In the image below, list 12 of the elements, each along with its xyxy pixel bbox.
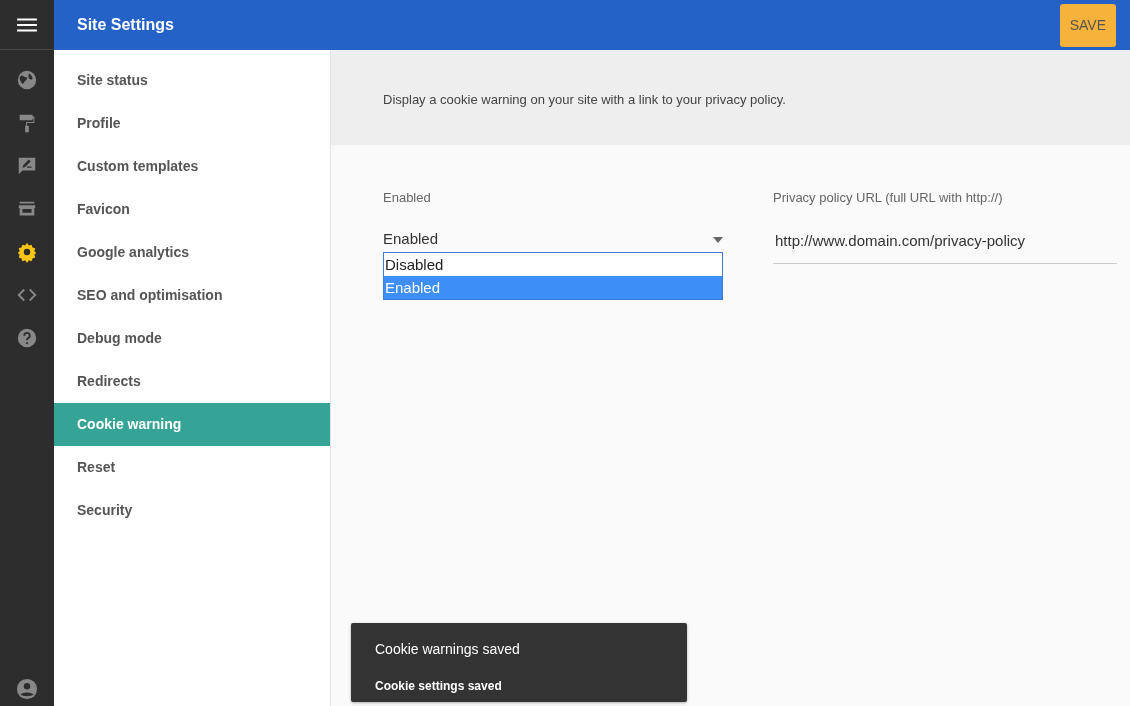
toast-message: Cookie settings saved [375,678,503,695]
intro-text: Display a cookie warning on your site with a link to your privacy policy. [383,92,786,107]
enabled-select[interactable]: Enabled [383,227,723,252]
dropdown-option[interactable]: Disabled [384,252,722,276]
account-icon[interactable] [16,676,38,698]
save-button[interactable]: SAVE [1059,3,1116,47]
toast-title: Cookie warnings saved [375,640,521,659]
url-input-field[interactable]: http://www.domain.com/privacy-policy [773,227,1117,264]
caret-icon [713,236,723,243]
field-label: Privacy policy URL (full URL with http://) [773,189,1004,207]
field-label: Enabled [383,189,432,207]
page-title: Site Settings [77,15,174,35]
